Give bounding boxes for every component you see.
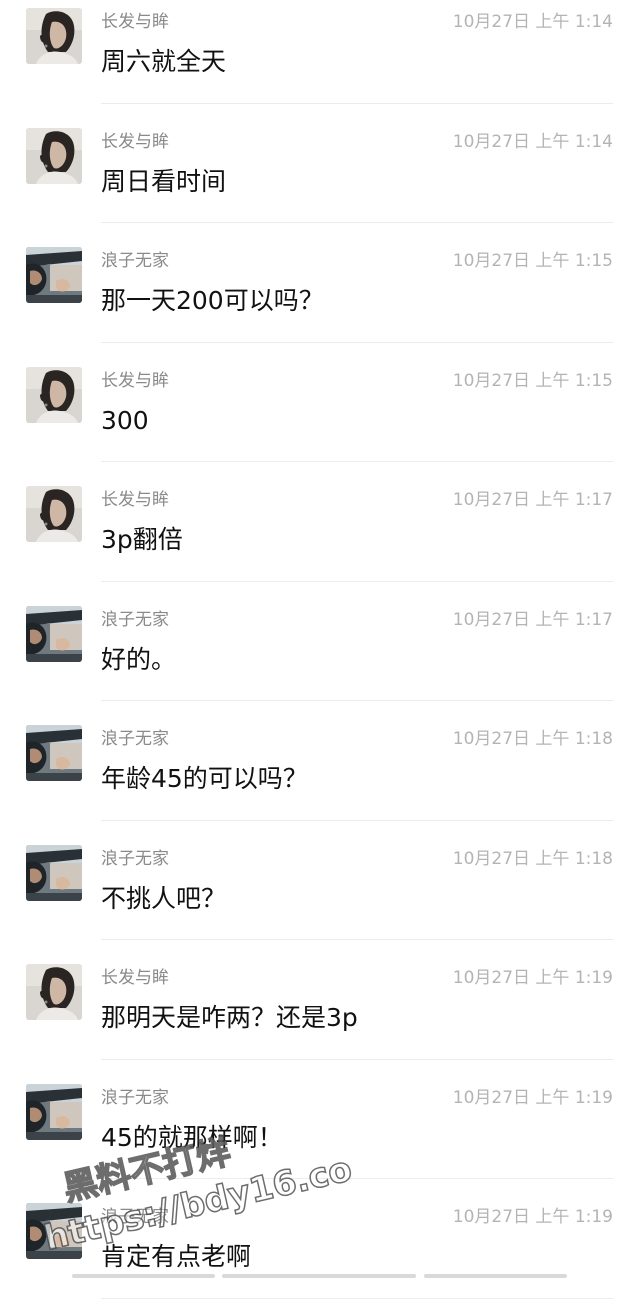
chat-message[interactable]: 浪子无家 10月27日 上午 1:17 好的。	[0, 598, 639, 718]
chat-message[interactable]: 长发与眸 10月27日 上午 1:14 周六就全天	[0, 0, 639, 120]
message-timestamp: 10月27日 上午 1:15	[452, 251, 613, 271]
sender-name: 长发与眸	[101, 968, 169, 988]
sender-name: 长发与眸	[101, 370, 169, 391]
chat-message[interactable]: 长发与眸 10月27日 上午 1:17 3p翻倍	[0, 478, 639, 598]
message-text: 那明天是咋两？还是3p	[101, 1003, 358, 1032]
divider	[101, 580, 613, 582]
divider	[101, 939, 613, 940]
sender-name: 浪子无家	[101, 729, 169, 749]
chat-message-list[interactable]: 长发与眸 10月27日 上午 1:14 周六就全天 长发与眸 10月27日 上午 1:…	[0, 0, 639, 1315]
message-timestamp: 10月27日 上午 1:19	[452, 968, 613, 988]
message-timestamp: 10月27日 上午 1:15	[452, 370, 613, 391]
sender-name: 长发与眸	[101, 12, 169, 32]
divider	[101, 222, 613, 223]
avatar[interactable]	[26, 127, 82, 184]
message-timestamp: 10月27日 上午 1:14	[452, 131, 613, 152]
sender-name: 长发与眸	[101, 490, 169, 510]
bottom-bar-segment	[424, 1274, 567, 1278]
divider	[101, 1058, 613, 1060]
message-text: 好的。	[101, 644, 177, 674]
avatar[interactable]	[26, 486, 82, 542]
avatar[interactable]	[26, 247, 82, 303]
sender-name: 浪子无家	[101, 1207, 169, 1227]
divider	[101, 341, 613, 343]
message-timestamp: 10月27日 上午 1:19	[452, 1207, 613, 1227]
avatar[interactable]	[26, 1203, 82, 1259]
message-text: 周六就全天	[101, 47, 227, 76]
chat-message[interactable]: 浪子无家 10月27日 上午 1:19 肯定有点老啊	[0, 1195, 639, 1315]
message-text: 那一天200可以吗？	[101, 286, 324, 315]
divider	[101, 1297, 613, 1299]
divider	[101, 819, 613, 821]
divider	[101, 1178, 613, 1179]
chat-message[interactable]: 长发与眸 10月27日 上午 1:19 那明天是咋两？还是3p	[0, 956, 639, 1076]
message-timestamp: 10月27日 上午 1:18	[452, 848, 613, 869]
chat-message[interactable]: 浪子无家 10月27日 上午 1:18 不挑人吧？	[0, 837, 639, 957]
chat-message[interactable]: 长发与眸 10月27日 上午 1:14 周日看时间	[0, 120, 639, 240]
chat-message[interactable]: 长发与眸 10月27日 上午 1:15 300	[0, 359, 639, 479]
bottom-bar-segment	[72, 1274, 215, 1278]
message-timestamp: 10月27日 上午 1:17	[452, 609, 613, 630]
avatar[interactable]	[26, 844, 82, 901]
message-text: 肯定有点老啊	[101, 1242, 252, 1271]
avatar[interactable]	[26, 366, 82, 423]
sender-name: 浪子无家	[101, 251, 169, 271]
sender-name: 浪子无家	[101, 848, 169, 869]
sender-name: 长发与眸	[101, 131, 169, 152]
chat-message[interactable]: 浪子无家 10月27日 上午 1:15 那一天200可以吗？	[0, 239, 639, 359]
message-text: 300	[101, 405, 149, 435]
avatar[interactable]	[26, 1083, 82, 1140]
message-timestamp: 10月27日 上午 1:14	[452, 12, 613, 32]
avatar[interactable]	[26, 964, 82, 1020]
message-text: 年龄45的可以吗？	[101, 764, 308, 793]
message-text: 周日看时间	[101, 166, 227, 196]
divider	[101, 102, 613, 104]
avatar[interactable]	[26, 8, 82, 64]
sender-name: 浪子无家	[101, 1087, 169, 1108]
message-text: 3p翻倍	[101, 525, 183, 554]
bottom-bar-segment	[222, 1274, 416, 1278]
chat-message[interactable]: 浪子无家 10月27日 上午 1:18 年龄45的可以吗？	[0, 717, 639, 837]
message-timestamp: 10月27日 上午 1:17	[452, 490, 613, 510]
message-timestamp: 10月27日 上午 1:18	[452, 729, 613, 749]
avatar[interactable]	[26, 605, 82, 662]
sender-name: 浪子无家	[101, 609, 169, 630]
avatar[interactable]	[26, 725, 82, 781]
chat-message[interactable]: 浪子无家 10月27日 上午 1:19 45的就那样啊！	[0, 1076, 639, 1196]
message-timestamp: 10月27日 上午 1:19	[452, 1087, 613, 1108]
divider	[101, 461, 613, 462]
message-text: 45的就那样啊！	[101, 1122, 283, 1152]
message-text: 不挑人吧？	[101, 883, 227, 913]
divider	[101, 700, 613, 701]
